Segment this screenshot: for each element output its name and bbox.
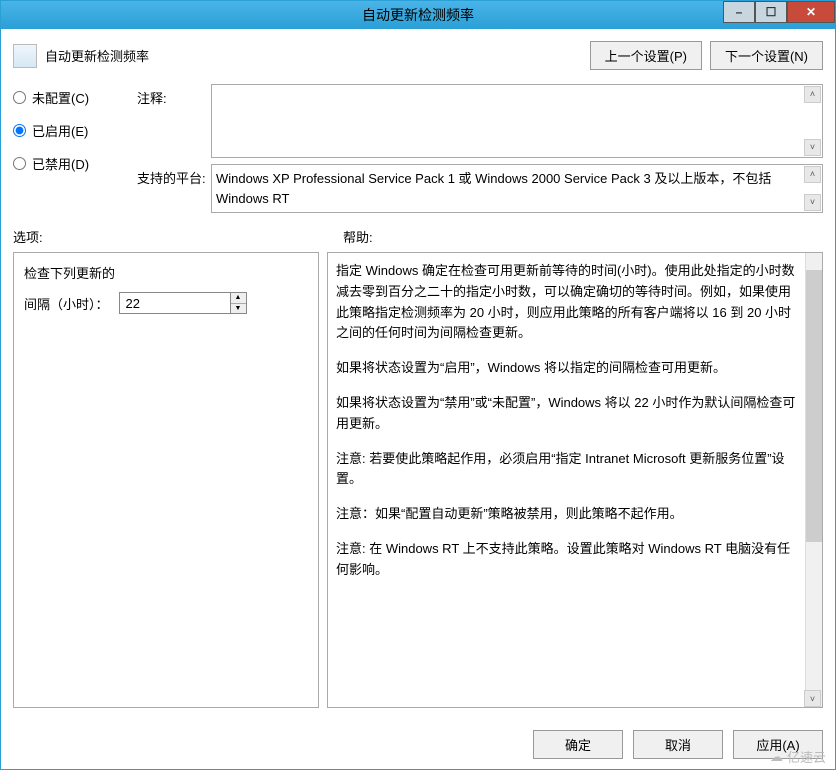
apply-button[interactable]: 应用(A): [733, 730, 823, 759]
config-grid: 未配置(C) 已启用(E) 已禁用(D) 注释: ˄ ˅ 支持的平台: Wi: [13, 84, 823, 213]
scroll-up-icon[interactable]: ˄: [804, 166, 821, 183]
scroll-up-icon[interactable]: ˄: [804, 86, 821, 103]
help-paragraph: 注意: 在 Windows RT 上不支持此策略。设置此策略对 Windows …: [336, 539, 800, 581]
help-paragraph: 注意：如果“配置自动更新”策略被禁用，则此策略不起作用。: [336, 504, 800, 525]
options-panel: 检查下列更新的 间隔（小时）： ▲ ▼: [13, 252, 319, 708]
supported-textarea: Windows XP Professional Service Pack 1 或…: [211, 164, 823, 213]
radio-disabled[interactable]: 已禁用(D): [13, 154, 133, 173]
next-setting-button[interactable]: 下一个设置(N): [710, 41, 823, 70]
radio-disabled-label: 已禁用(D): [32, 154, 89, 173]
header-row: 自动更新检测频率 上一个设置(P) 下一个设置(N): [13, 41, 823, 70]
dialog-content: 自动更新检测频率 上一个设置(P) 下一个设置(N) 未配置(C) 已启用(E): [1, 29, 835, 716]
header-left: 自动更新检测频率: [13, 44, 149, 68]
help-label: 帮助:: [343, 227, 373, 246]
options-label: 选项:: [13, 227, 343, 246]
ok-button[interactable]: 确定: [533, 730, 623, 759]
radio-enabled-input[interactable]: [13, 124, 26, 137]
radio-enabled-label: 已启用(E): [32, 121, 88, 140]
lower-row: 检查下列更新的 间隔（小时）： ▲ ▼ 指定 Windows 确定在检查可用更新…: [13, 252, 823, 708]
section-labels: 选项: 帮助:: [13, 227, 823, 246]
spinner-buttons: ▲ ▼: [230, 293, 246, 313]
window-title: 自动更新检测频率: [362, 5, 474, 25]
comment-textarea[interactable]: ˄ ˅: [211, 84, 823, 158]
nav-buttons: 上一个设置(P) 下一个设置(N): [590, 41, 823, 70]
scroll-down-icon[interactable]: ˅: [804, 690, 821, 707]
dialog-footer: 确定 取消 应用(A): [1, 716, 835, 769]
supported-text: Windows XP Professional Service Pack 1 或…: [216, 171, 771, 206]
interval-row: 间隔（小时）： ▲ ▼: [24, 292, 308, 314]
comment-label: 注释:: [137, 84, 207, 107]
policy-dialog-window: 自动更新检测频率 – ☐ ✕ 自动更新检测频率 上一个设置(P) 下一个设置(N…: [0, 0, 836, 770]
radio-not-configured-input[interactable]: [13, 91, 26, 104]
policy-icon: [13, 44, 37, 68]
help-paragraph: 指定 Windows 确定在检查可用更新前等待的时间(小时)。使用此处指定的小时…: [336, 261, 800, 344]
spinner-down-icon[interactable]: ▼: [231, 304, 246, 314]
help-paragraph: 注意: 若要使此策略起作用，必须启用“指定 Intranet Microsoft…: [336, 449, 800, 491]
scroll-thumb[interactable]: [806, 270, 822, 542]
radio-enabled[interactable]: 已启用(E): [13, 121, 133, 140]
radio-not-configured-label: 未配置(C): [32, 88, 89, 107]
help-paragraph: 如果将状态设置为“启用”，Windows 将以指定的间隔检查可用更新。: [336, 358, 800, 379]
maximize-button[interactable]: ☐: [755, 1, 787, 23]
interval-input[interactable]: [120, 293, 230, 313]
radio-not-configured[interactable]: 未配置(C): [13, 88, 133, 107]
close-button[interactable]: ✕: [787, 1, 835, 23]
help-paragraph: 如果将状态设置为“禁用”或“未配置”，Windows 将以 22 小时作为默认间…: [336, 393, 800, 435]
state-radio-group: 未配置(C) 已启用(E) 已禁用(D): [13, 84, 133, 173]
scroll-down-icon[interactable]: ˅: [804, 139, 821, 156]
interval-spinner[interactable]: ▲ ▼: [119, 292, 247, 314]
radio-disabled-input[interactable]: [13, 157, 26, 170]
spinner-up-icon[interactable]: ▲: [231, 293, 246, 304]
help-panel: 指定 Windows 确定在检查可用更新前等待的时间(小时)。使用此处指定的小时…: [327, 252, 823, 708]
cancel-button[interactable]: 取消: [633, 730, 723, 759]
help-scrollbar[interactable]: ˅: [805, 253, 822, 707]
help-text: 指定 Windows 确定在检查可用更新前等待的时间(小时)。使用此处指定的小时…: [336, 261, 800, 581]
app-icon: [7, 7, 23, 23]
policy-title: 自动更新检测频率: [45, 46, 149, 65]
previous-setting-button[interactable]: 上一个设置(P): [590, 41, 702, 70]
check-updates-label: 检查下列更新的: [24, 263, 308, 282]
minimize-button[interactable]: –: [723, 1, 755, 23]
supported-label: 支持的平台:: [137, 164, 207, 187]
titlebar: 自动更新检测频率 – ☐ ✕: [1, 1, 835, 29]
window-controls: – ☐ ✕: [723, 1, 835, 23]
interval-label: 间隔（小时）：: [24, 294, 109, 313]
scroll-down-icon[interactable]: ˅: [804, 194, 821, 211]
